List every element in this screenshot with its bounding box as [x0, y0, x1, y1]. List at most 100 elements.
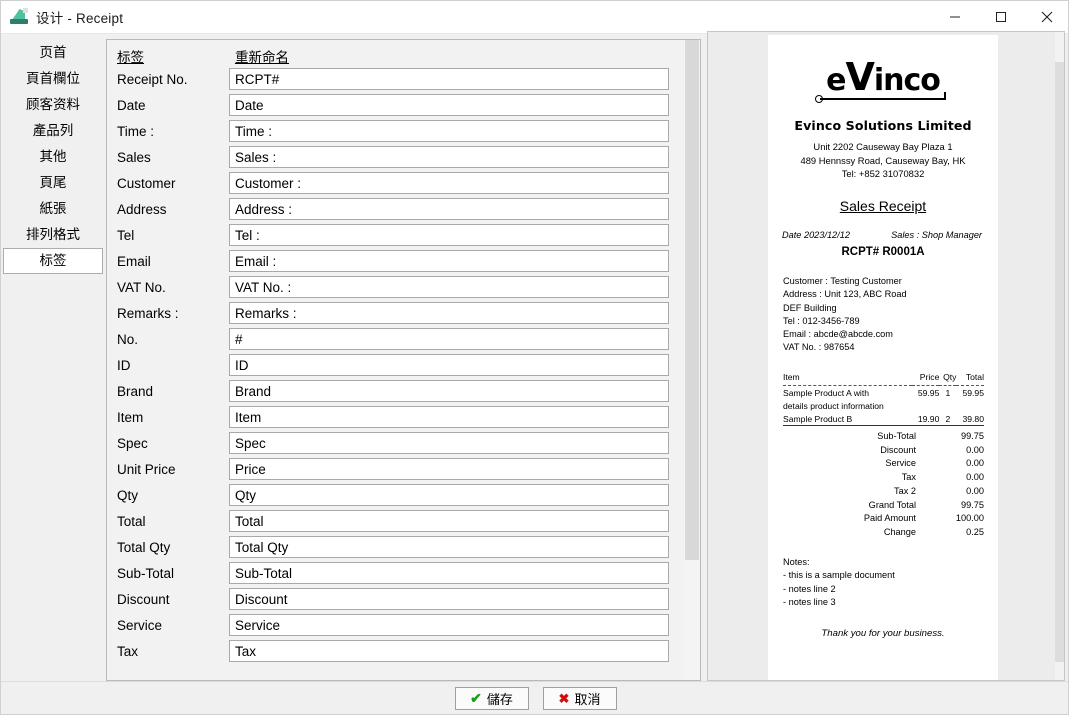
preview-scrollbar[interactable]	[1055, 32, 1064, 680]
rename-input[interactable]	[229, 562, 669, 584]
rename-input[interactable]	[229, 172, 669, 194]
sidebar-item-1[interactable]: 頁首欄位	[3, 66, 103, 92]
title-bar: 设计 - Receipt	[1, 1, 1068, 34]
note-line: - this is a sample document	[783, 570, 895, 581]
label-row-field-wrap	[229, 406, 685, 428]
label-row-field-wrap	[229, 328, 685, 350]
window-controls	[932, 1, 1068, 33]
label-row-name: Spec	[117, 435, 148, 451]
items-cell: Sample Product B	[783, 413, 853, 424]
label-row: Unit Price	[107, 456, 685, 482]
rename-input[interactable]	[229, 94, 669, 116]
save-button-label: 儲存	[486, 691, 513, 707]
form-scrollbar[interactable]	[684, 40, 700, 680]
sidebar-item-8[interactable]: 标签	[3, 248, 103, 274]
label-row-field-wrap	[229, 510, 685, 532]
label-row-field-wrap	[229, 172, 685, 194]
label-row: Total Qty	[107, 534, 685, 560]
items-cell: details product information	[783, 400, 884, 411]
document-title: Sales Receipt	[839, 197, 927, 214]
label-row-name: Total Qty	[117, 539, 171, 555]
customer-address: Address : Unit 123, ABC Road	[783, 289, 907, 300]
label-row-name: Date	[117, 97, 146, 113]
rename-input[interactable]	[229, 406, 669, 428]
cross-icon: ✖	[558, 690, 570, 706]
totals-value: 0.00	[966, 485, 984, 496]
rename-input[interactable]	[229, 146, 669, 168]
rename-input[interactable]	[229, 380, 669, 402]
label-row-name: Service	[117, 617, 163, 633]
sidebar-item-2[interactable]: 顾客资料	[3, 92, 103, 118]
rename-input[interactable]	[229, 198, 669, 220]
rename-input[interactable]	[229, 250, 669, 272]
items-header-cell: Price	[911, 371, 940, 386]
label-row-name: No.	[117, 331, 139, 347]
label-row-name: Sub-Total	[117, 565, 175, 581]
rename-input[interactable]	[229, 432, 669, 454]
totals-key: Discount	[880, 444, 916, 455]
rename-input[interactable]	[229, 68, 669, 90]
label-row-field-wrap	[229, 302, 685, 324]
items-row: Sample Product A with 59.95 1 59.95	[783, 385, 984, 399]
totals-row: Paid Amount 100.00	[783, 512, 984, 526]
form-scrollbar-thumb[interactable]	[685, 40, 699, 560]
customer-tel: Tel : 012-3456-789	[783, 315, 860, 326]
sidebar-item-7[interactable]: 排列格式	[3, 222, 103, 248]
save-button[interactable]: ✔ 儲存	[454, 686, 529, 710]
receipt-preview-panel: eVinco Evinco Solutions Limited Unit 220…	[707, 31, 1065, 681]
label-row-name: Remarks :	[117, 305, 179, 321]
sidebar-item-6[interactable]: 紙張	[3, 196, 103, 222]
totals-value: 0.00	[966, 444, 984, 455]
totals-value: 100.00	[955, 513, 984, 524]
totals-value: 0.00	[966, 472, 984, 483]
items-table-header: Item Price Qty Total	[783, 371, 984, 386]
label-row-name: Item	[117, 409, 144, 425]
sidebar-item-0[interactable]: 页首	[3, 40, 103, 66]
rename-input[interactable]	[229, 276, 669, 298]
rename-input[interactable]	[229, 224, 669, 246]
label-row: Remarks :	[107, 300, 685, 326]
rename-input[interactable]	[229, 302, 669, 324]
totals-value: 0.00	[966, 458, 984, 469]
company-phone: Tel: +852 31070832	[841, 168, 925, 180]
items-table: Item Price Qty Total Sample Product A with 5…	[783, 371, 984, 426]
rename-input[interactable]	[229, 328, 669, 350]
label-row-name: Receipt No.	[117, 71, 188, 87]
minimize-button[interactable]	[932, 1, 978, 33]
app-icon	[10, 8, 28, 26]
rename-input[interactable]	[229, 354, 669, 376]
rename-input[interactable]	[229, 120, 669, 142]
label-row-field-wrap	[229, 614, 685, 636]
items-header-cell: Item	[783, 371, 912, 386]
company-address-line-2: 489 Hennssy Road, Causeway Bay, HK	[800, 154, 966, 166]
rename-input[interactable]	[229, 484, 669, 506]
totals-key: Sub-Total	[877, 430, 916, 441]
sidebar-item-5[interactable]: 頁尾	[3, 170, 103, 196]
rename-input[interactable]	[229, 458, 669, 480]
dialog-footer: ✔ 儲存 ✖ 取消	[1, 681, 1068, 714]
label-row-name: Tax	[117, 643, 139, 659]
label-rows: Receipt No. Date Time : Sales Customer Addres…	[107, 66, 685, 664]
cancel-button[interactable]: ✖ 取消	[542, 686, 617, 710]
label-row: Discount	[107, 586, 685, 612]
totals-row: Tax 0.00	[783, 471, 984, 485]
rename-input[interactable]	[229, 640, 669, 662]
label-settings-panel: 标签 重新命名 Receipt No. Date Time : Sales Custom…	[106, 39, 701, 681]
rename-input[interactable]	[229, 510, 669, 532]
totals-value: 99.75	[961, 430, 984, 441]
sidebar-item-4[interactable]: 其他	[3, 144, 103, 170]
close-button[interactable]	[1024, 1, 1068, 33]
label-row: Tel	[107, 222, 685, 248]
rename-input[interactable]	[229, 614, 669, 636]
preview-scrollbar-thumb[interactable]	[1055, 62, 1064, 662]
rename-input[interactable]	[229, 588, 669, 610]
label-row: Service	[107, 612, 685, 638]
label-row: Total	[107, 508, 685, 534]
items-row: Sample Product B 19.90 2 39.80	[783, 412, 984, 425]
maximize-button[interactable]	[978, 1, 1024, 33]
sidebar-item-3[interactable]: 產品列	[3, 118, 103, 144]
label-row: Email	[107, 248, 685, 274]
rename-input[interactable]	[229, 536, 669, 558]
notes-block: Notes: - this is a sample document - note…	[783, 556, 998, 609]
items-bottom-rule	[783, 424, 984, 426]
